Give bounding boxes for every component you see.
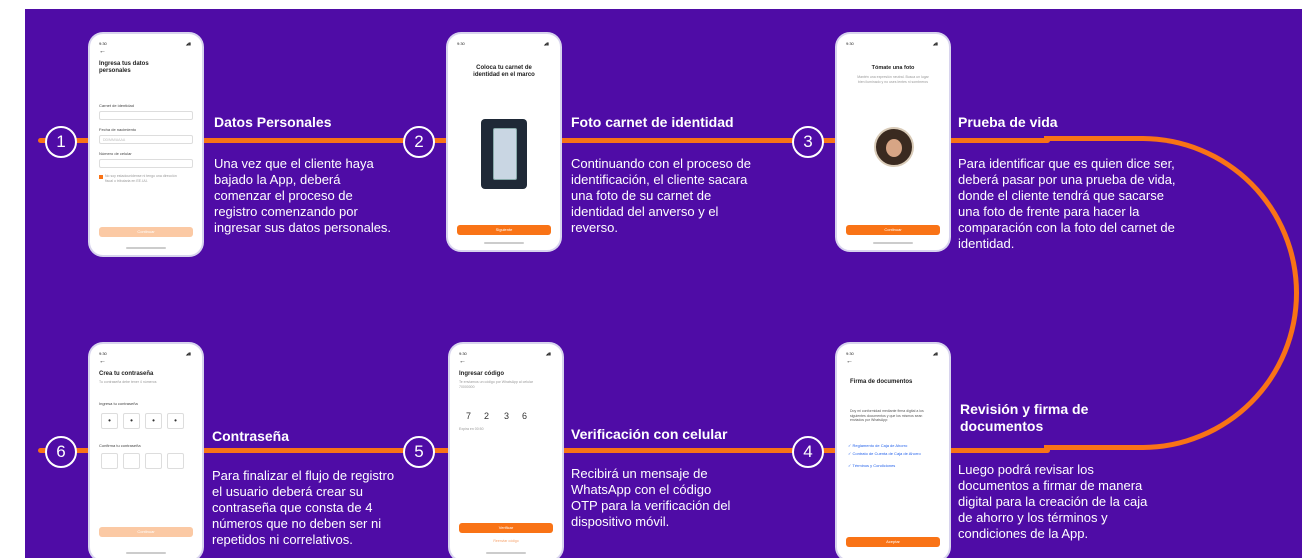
confirm-digit-1[interactable] [101,453,118,469]
status-time: 9:30 [99,351,107,356]
back-arrow-icon[interactable]: ← [846,358,853,365]
step-number-4: 4 [792,436,824,468]
checkbox-text: No soy estadounidense ni tengo una direc… [105,174,177,183]
phone-verificacion: 9:30 ◢▮ ← Ingresar código Te enviamos un… [450,344,562,558]
document-item-2[interactable]: ✓ Contrato de Cuenta de Caja de Ahorro [848,451,921,456]
home-indicator [484,242,524,244]
step-title-6: Contraseña [212,428,290,444]
home-indicator [873,242,913,244]
step-title-3: Prueba de vida [958,114,1058,130]
phone-subtitle: Mantén una expresión neutral. Busca un l… [857,75,929,84]
document-item-label: Reglamento de Caja de Ahorro [852,443,908,448]
step-title-4: Revisión y firma de documentos [960,401,1089,434]
step-number-2: 2 [403,126,435,158]
continue-button[interactable]: Continuar [99,227,193,237]
face-shape [886,139,902,157]
confirm-digit-3[interactable] [145,453,162,469]
otp-digit-3[interactable]: 3 [504,411,509,421]
password-label: Ingresa tu contraseña [99,401,138,406]
back-arrow-icon[interactable]: ← [459,358,466,365]
continue-button[interactable]: Continuar [99,527,193,537]
status-time: 9:30 [99,41,107,46]
confirm-label: Confirma tu contraseña [99,443,141,448]
back-arrow-icon[interactable]: ← [99,358,106,365]
selfie-avatar [874,127,914,167]
camera-frame [481,119,527,189]
signal-icon: ◢▮ [185,351,191,356]
fecha-input[interactable]: DD/MM/AAAA [99,135,193,144]
expiry-text: Expira en 00:50 [459,427,484,431]
step-title-2: Foto carnet de identidad [571,114,734,130]
step-desc-2: Continuando con el proceso de identifica… [571,156,751,235]
continue-button[interactable]: Continuar [846,225,940,235]
phone-datos-personales: 9:30 ◢▮ ← Ingresa tus datos personales C… [90,34,202,255]
verify-button[interactable]: Verificar [459,523,553,533]
otp-digit-4[interactable]: 6 [522,411,527,421]
phone-title: Firma de documentos [850,379,913,385]
signal-icon: ◢▮ [932,351,938,356]
field-label-carnet: Carnet de identidad [99,103,134,108]
document-item-label: Términos y Condiciones [852,463,896,468]
phone-prueba-vida: 9:30 ◢▮ Tómate una foto Mantén una expre… [837,34,949,250]
step-desc-5: Recibirá un mensaje de WhatsApp con el c… [571,466,731,529]
phone-subtitle: Te enviamos un código por WhatsApp al ce… [459,380,533,389]
next-button[interactable]: Siguiente [457,225,551,235]
field-label-celular: Número de celular [99,151,132,156]
confirm-digit-4[interactable] [167,453,184,469]
resend-code-link[interactable]: Reenviar código [459,539,553,544]
document-item-3[interactable]: ✓ Términos y Condiciones [848,463,895,468]
otp-digit-2[interactable]: 2 [484,411,489,421]
phone-subtitle: Tu contraseña debe tener 4 números [99,380,157,384]
password-digit-2[interactable]: • [123,413,140,429]
signal-icon: ◢▮ [932,41,938,46]
phone-title: Coloca tu carnet de identidad en el marc… [473,65,535,78]
step-desc-4: Luego podrá revisar los documentos a fir… [958,462,1148,541]
step-number-3: 3 [792,126,824,158]
document-item-label: Contrato de Cuenta de Caja de Ahorro [852,451,921,456]
step-desc-3: Para identificar que es quien dice ser, … [958,156,1176,251]
us-checkbox[interactable] [99,175,103,179]
accept-button[interactable]: Aceptar [846,537,940,547]
id-card-image [493,128,517,180]
status-time: 9:30 [459,351,467,356]
step-desc-6: Para finalizar el flujo de registro el u… [212,468,395,547]
status-time: 9:30 [846,41,854,46]
phone-foto-carnet: 9:30 ◢▮ Coloca tu carnet de identidad en… [448,34,560,250]
signal-icon: ◢▮ [545,351,551,356]
status-time: 9:30 [846,351,854,356]
celular-input[interactable] [99,159,193,168]
home-indicator [126,552,166,554]
phone-title: Crea tu contraseña [99,371,154,377]
home-indicator [126,247,166,249]
signal-icon: ◢▮ [185,41,191,46]
phone-contrasena: 9:30 ◢▮ ← Crea tu contraseña Tu contrase… [90,344,202,558]
step-number-6: 6 [45,436,77,468]
phone-title: Ingresa tus datos personales [99,61,149,74]
back-arrow-icon[interactable]: ← [99,48,106,55]
registration-flow-canvas: 1 9:30 ◢▮ ← Ingresa tus datos personales… [0,0,1302,558]
carnet-input[interactable] [99,111,193,120]
status-time: 9:30 [457,41,465,46]
step-desc-1: Una vez que el cliente haya bajado la Ap… [214,156,392,235]
signal-icon: ◢▮ [543,41,549,46]
consent-text: Doy mi conformidad mediante firma digita… [850,409,924,422]
step-number-5: 5 [403,436,435,468]
confirm-digit-2[interactable] [123,453,140,469]
home-indicator [486,552,526,554]
phone-firma: 9:30 ◢▮ ← Firma de documentos Doy mi con… [837,344,949,558]
phone-title: Ingresar código [459,371,505,377]
step-title-1: Datos Personales [214,114,332,130]
password-digit-4[interactable]: • [167,413,184,429]
document-item-1[interactable]: ✓ Reglamento de Caja de Ahorro [848,443,907,448]
step-title-5: Verificación con celular [571,426,728,442]
password-digit-3[interactable]: • [145,413,162,429]
password-digit-1[interactable]: • [101,413,118,429]
step-number-1: 1 [45,126,77,158]
otp-digit-1[interactable]: 7 [466,411,471,421]
field-label-fecha: Fecha de nacimiento [99,127,137,132]
phone-title: Tómate una foto [871,65,915,71]
